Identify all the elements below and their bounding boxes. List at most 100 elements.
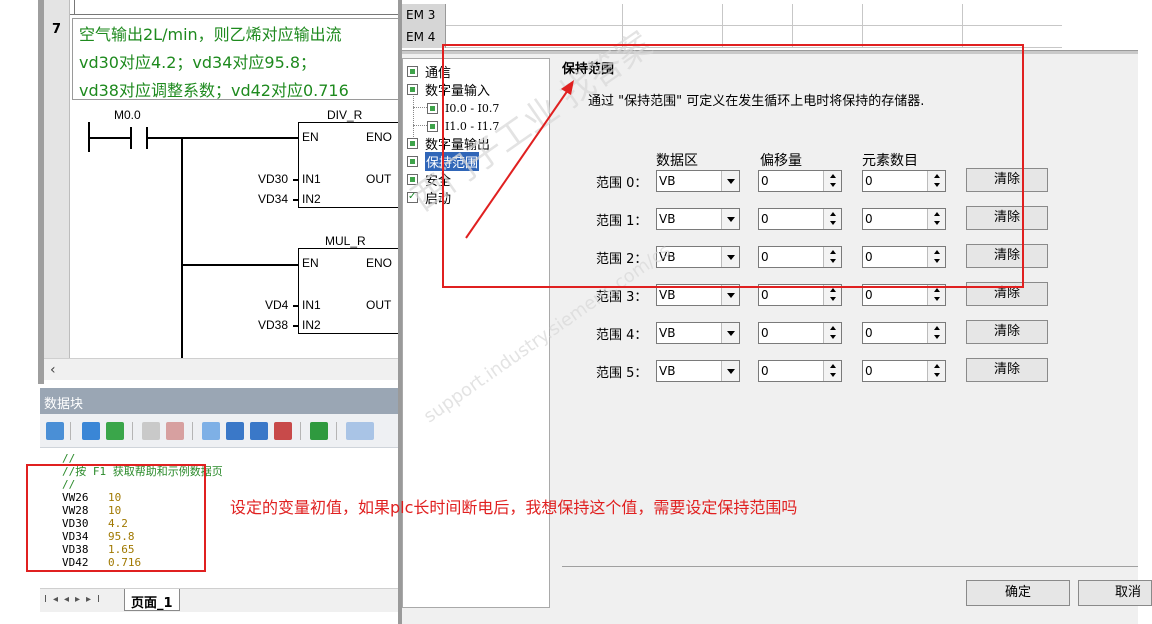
compile-icon[interactable] bbox=[46, 422, 64, 440]
data-value: 1.65 bbox=[108, 543, 135, 556]
spinner-arrows-icon[interactable] bbox=[823, 247, 841, 267]
toolbar-separator bbox=[336, 422, 337, 440]
data-row[interactable]: VD38 1.65 bbox=[62, 543, 380, 556]
window-icon[interactable] bbox=[202, 422, 220, 440]
count-spinner[interactable]: 0 bbox=[862, 246, 946, 268]
tree-item-communication[interactable]: 通信 bbox=[407, 62, 451, 81]
chevron-down-icon[interactable] bbox=[721, 361, 739, 381]
contact-left-bar[interactable] bbox=[130, 127, 132, 149]
spinner-arrows-icon[interactable] bbox=[823, 285, 841, 305]
chevron-down-icon[interactable] bbox=[721, 247, 739, 267]
clear-button[interactable]: 清除 bbox=[966, 244, 1048, 268]
spinner-arrows-icon[interactable] bbox=[927, 209, 945, 229]
clear-button[interactable]: 清除 bbox=[966, 320, 1048, 344]
spinner-value: 0 bbox=[761, 326, 769, 340]
upload-icon[interactable] bbox=[226, 422, 244, 440]
data-area-select[interactable]: VB bbox=[656, 284, 740, 306]
div-eno-pin: ENO bbox=[366, 130, 393, 144]
tree-item-security[interactable]: 安全 bbox=[407, 170, 451, 189]
tree-item-digital-input[interactable]: 数字量输入 bbox=[407, 80, 491, 99]
dropdown-tool-icon[interactable] bbox=[346, 422, 374, 440]
clear-button[interactable]: 清除 bbox=[966, 206, 1048, 230]
tree-item-retentive[interactable]: 保持范围 bbox=[407, 151, 480, 171]
data-address: VD34 bbox=[62, 530, 89, 543]
clear-button[interactable]: 清除 bbox=[966, 282, 1048, 306]
cancel-icon[interactable] bbox=[274, 422, 292, 440]
comment-line: // bbox=[62, 452, 76, 465]
data-block-editor[interactable]: // //按 F1 获取帮助和示例数据页 // VW26 10 VW28 10 VD… bbox=[40, 448, 402, 588]
spinner-arrows-icon[interactable] bbox=[927, 361, 945, 381]
spinner-arrows-icon[interactable] bbox=[823, 171, 841, 191]
count-spinner[interactable]: 0 bbox=[862, 322, 946, 344]
mul-out-pin: OUT bbox=[366, 298, 392, 312]
div-in2-operand[interactable]: VD34 bbox=[258, 192, 288, 206]
data-area-select[interactable]: VB bbox=[656, 322, 740, 344]
offset-spinner[interactable]: 0 bbox=[758, 284, 842, 306]
data-area-select[interactable]: VB bbox=[656, 208, 740, 230]
count-spinner[interactable]: 0 bbox=[862, 170, 946, 192]
tree-item-label: 数字量输出 bbox=[425, 137, 491, 153]
clear-button[interactable]: 清除 bbox=[966, 168, 1048, 192]
div-in1-operand[interactable]: VD30 bbox=[258, 172, 288, 186]
arrow-up-icon[interactable] bbox=[82, 422, 100, 440]
data-area-select[interactable]: VB bbox=[656, 360, 740, 382]
contact-address: M0.0 bbox=[114, 108, 141, 122]
data-row[interactable]: VD34 95.8 bbox=[62, 530, 380, 543]
chevron-down-icon[interactable] bbox=[721, 209, 739, 229]
spinner-arrows-icon[interactable] bbox=[823, 361, 841, 381]
data-area-select[interactable]: VB bbox=[656, 170, 740, 192]
chevron-down-icon[interactable] bbox=[721, 171, 739, 191]
mul-in1-pin: IN1 bbox=[302, 298, 321, 312]
tree-connector bbox=[413, 125, 427, 126]
arrow-down-icon[interactable] bbox=[106, 422, 124, 440]
mul-in1-operand[interactable]: VD4 bbox=[265, 298, 288, 312]
chevron-down-icon[interactable] bbox=[721, 285, 739, 305]
tree-item-i0[interactable]: I0.0 - I0.7 bbox=[427, 99, 499, 117]
tree-item-digital-output[interactable]: 数字量输出 bbox=[407, 134, 491, 153]
download-icon[interactable] bbox=[250, 422, 268, 440]
data-address: VD42 bbox=[62, 556, 89, 569]
tree-item-i1[interactable]: I1.0 - I1.7 bbox=[427, 117, 499, 135]
spinner-arrows-icon[interactable] bbox=[823, 209, 841, 229]
offset-spinner[interactable]: 0 bbox=[758, 322, 842, 344]
delete-row-icon[interactable] bbox=[166, 422, 184, 440]
tree-item-startup[interactable]: 启动 bbox=[407, 188, 451, 207]
insert-row-icon[interactable] bbox=[142, 422, 160, 440]
tree-item-label: 数字量输入 bbox=[425, 83, 491, 99]
spinner-arrows-icon[interactable] bbox=[927, 285, 945, 305]
cancel-button[interactable]: 取消 bbox=[1078, 580, 1152, 606]
spinner-arrows-icon[interactable] bbox=[823, 323, 841, 343]
spinner-arrows-icon[interactable] bbox=[927, 171, 945, 191]
export-icon[interactable] bbox=[310, 422, 328, 440]
spinner-value: 0 bbox=[865, 250, 873, 264]
module-row[interactable]: EM 4 bbox=[402, 26, 1062, 48]
tab-nav-arrows-icon[interactable]: I◂◂▸▸I bbox=[44, 594, 106, 605]
data-row[interactable]: VD42 0.716 bbox=[62, 556, 380, 569]
mul-in2-operand[interactable]: VD38 bbox=[258, 318, 288, 332]
spinner-arrows-icon[interactable] bbox=[927, 247, 945, 267]
data-row[interactable]: VD30 4.2 bbox=[62, 517, 380, 530]
offset-spinner[interactable]: 0 bbox=[758, 208, 842, 230]
clear-button[interactable]: 清除 bbox=[966, 358, 1048, 382]
count-spinner[interactable]: 0 bbox=[862, 284, 946, 306]
ok-button[interactable]: 确定 bbox=[966, 580, 1070, 606]
tab-page-1[interactable]: 页面_1 bbox=[124, 589, 180, 611]
panel-description: 通过 "保持范围" 可定义在发生循环上电时将保持的存储器. bbox=[588, 94, 925, 109]
module-row[interactable]: EM 3 bbox=[402, 4, 1062, 26]
retentive-settings-panel: 保持范围 通过 "保持范围" 可定义在发生循环上电时将保持的存储器. 数据区 偏… bbox=[552, 54, 1138, 624]
network-comment[interactable]: 空气输出2L/min，则乙烯对应输出流 vd30对应4.2；vd34对应95.8… bbox=[72, 18, 402, 100]
question-annotation: 设定的变量初值，如果plc长时间断电后，我想保持这个值，需要设定保持范围吗 bbox=[230, 498, 798, 517]
offset-spinner[interactable]: 0 bbox=[758, 246, 842, 268]
spinner-value: 0 bbox=[761, 250, 769, 264]
offset-spinner[interactable]: 0 bbox=[758, 360, 842, 382]
scroll-left-icon[interactable]: ‹ bbox=[50, 362, 56, 378]
spinner-arrows-icon[interactable] bbox=[927, 323, 945, 343]
horizontal-scrollbar[interactable]: ‹ bbox=[44, 358, 402, 380]
ladder-editor[interactable]: 7 空气输出2L/min，则乙烯对应输出流 vd30对应4.2；vd34对应95… bbox=[44, 0, 402, 358]
offset-spinner[interactable]: 0 bbox=[758, 170, 842, 192]
count-spinner[interactable]: 0 bbox=[862, 360, 946, 382]
count-spinner[interactable]: 0 bbox=[862, 208, 946, 230]
data-area-select[interactable]: VB bbox=[656, 246, 740, 268]
chevron-down-icon[interactable] bbox=[721, 323, 739, 343]
tree-item-label: I1.0 - I1.7 bbox=[445, 119, 500, 133]
